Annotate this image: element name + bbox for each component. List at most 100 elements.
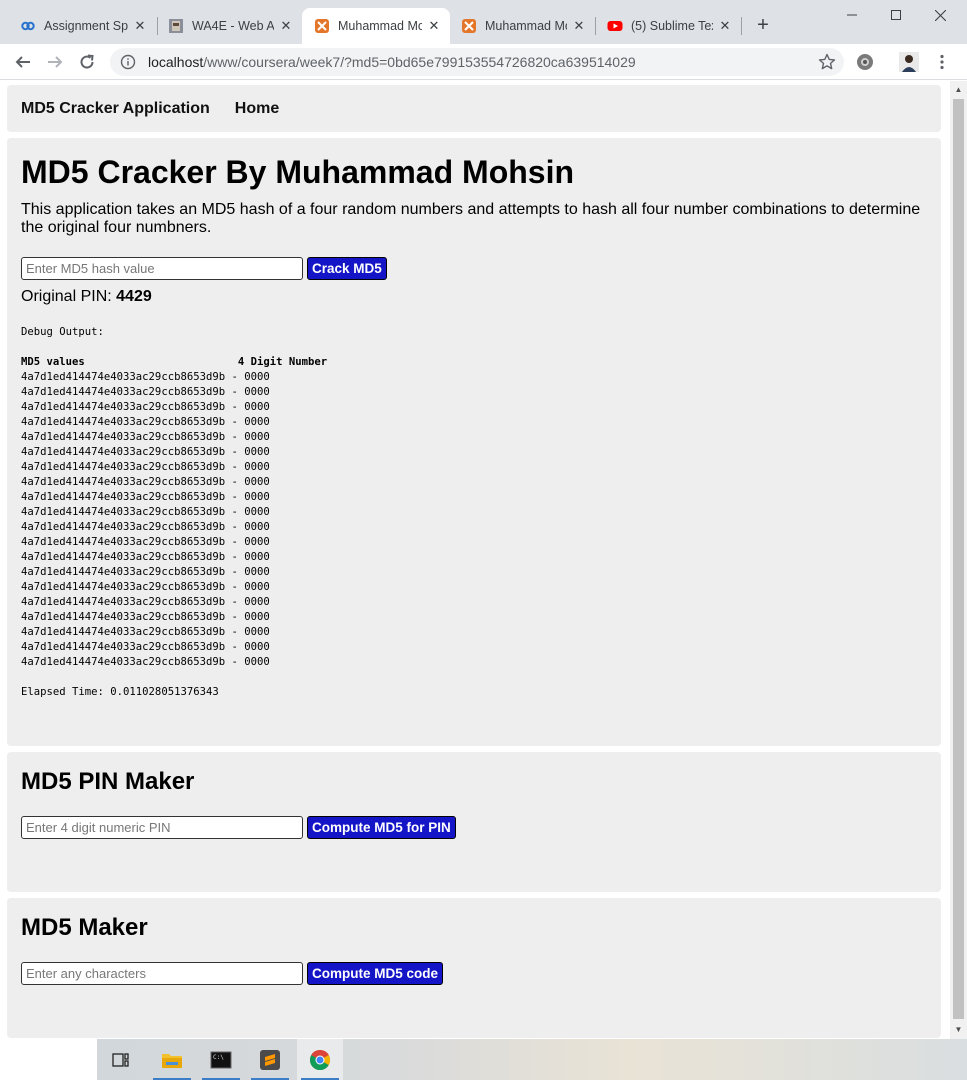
coursera-icon: [20, 18, 36, 34]
debug-row: 4a7d1ed414474e4033ac29ccb8653d9b - 0000: [21, 431, 270, 443]
debug-row: 4a7d1ed414474e4033ac29ccb8653d9b - 0000: [21, 506, 270, 518]
pin-maker-title: MD5 PIN Maker: [21, 768, 195, 795]
debug-row: 4a7d1ed414474e4033ac29ccb8653d9b - 0000: [21, 461, 270, 473]
navbar: MD5 Cracker Application Home: [7, 85, 941, 132]
cracker-section: MD5 Cracker By Muhammad Mohsin This appl…: [7, 138, 941, 746]
debug-output: Debug Output: MD5 values 4 Digit Number …: [21, 325, 927, 700]
close-icon: [935, 9, 946, 21]
address-bar[interactable]: localhost/www/coursera/week7/?md5=0bd65e…: [110, 48, 844, 76]
back-arrow-icon: [15, 56, 30, 68]
close-tab-icon[interactable]: ✕: [426, 18, 442, 34]
new-tab-button[interactable]: +: [752, 14, 774, 36]
bookmark-star-icon[interactable]: [818, 53, 836, 71]
taskbar-search-area[interactable]: [0, 1039, 97, 1080]
compute-md5-pin-button[interactable]: Compute MD5 for PIN: [307, 816, 456, 839]
debug-row: 4a7d1ed414474e4033ac29ccb8653d9b - 0000: [21, 596, 270, 608]
debug-row: 4a7d1ed414474e4033ac29ccb8653d9b - 0000: [21, 521, 270, 533]
scroll-down-icon[interactable]: ▼: [954, 1025, 963, 1034]
pin-maker-form: Compute MD5 for PIN: [21, 816, 927, 839]
browser-toolbar: localhost/www/coursera/week7/?md5=0bd65e…: [0, 44, 967, 80]
page-title: MD5 Cracker By Muhammad Mohsin: [21, 154, 575, 190]
chrome-button[interactable]: [297, 1039, 343, 1080]
debug-row: 4a7d1ed414474e4033ac29ccb8653d9b - 0000: [21, 611, 270, 623]
forward-button[interactable]: [43, 50, 67, 74]
tab-title: Muhammad Mo: [338, 19, 422, 33]
kebab-menu-icon: [940, 54, 944, 70]
scroll-up-icon[interactable]: ▲: [954, 85, 963, 94]
description: This application takes an MD5 hash of a …: [21, 201, 921, 236]
terminal-icon: C:\: [210, 1051, 232, 1068]
pin-input[interactable]: [21, 816, 303, 839]
forward-arrow-icon: [48, 56, 63, 68]
svg-text:C:\: C:\: [213, 1054, 224, 1061]
debug-row: 4a7d1ed414474e4033ac29ccb8653d9b - 0000: [21, 371, 270, 383]
xampp-icon: [461, 18, 477, 34]
vertical-scrollbar[interactable]: ▲ ▼: [950, 81, 967, 1039]
folder-icon: [162, 1053, 182, 1068]
close-tab-icon[interactable]: ✕: [278, 18, 294, 34]
tab-assignment[interactable]: Assignment Spe ✕: [8, 8, 156, 44]
compute-md5-code-button[interactable]: Compute MD5 code: [307, 962, 444, 985]
debug-row: 4a7d1ed414474e4033ac29ccb8653d9b - 0000: [21, 656, 270, 668]
md5-maker-form: Compute MD5 code: [21, 962, 927, 985]
menu-button[interactable]: [932, 52, 952, 72]
close-tab-icon[interactable]: ✕: [717, 18, 733, 34]
nav-brand[interactable]: MD5 Cracker Application: [21, 100, 210, 118]
page-viewport: MD5 Cracker Application Home MD5 Cracker…: [0, 81, 967, 1039]
characters-input[interactable]: [21, 962, 303, 985]
debug-row: 4a7d1ed414474e4033ac29ccb8653d9b - 0000: [21, 446, 270, 458]
sublime-text-button[interactable]: [247, 1039, 293, 1080]
url-host: localhost: [148, 54, 204, 70]
minimize-button[interactable]: [829, 0, 874, 30]
nav-home-link[interactable]: Home: [235, 100, 279, 118]
md5-hash-input[interactable]: [21, 257, 303, 280]
debug-row: 4a7d1ed414474e4033ac29ccb8653d9b - 0000: [21, 536, 270, 548]
reload-button[interactable]: [75, 50, 99, 74]
debug-row: 4a7d1ed414474e4033ac29ccb8653d9b - 0000: [21, 626, 270, 638]
debug-row: 4a7d1ed414474e4033ac29ccb8653d9b - 0000: [21, 566, 270, 578]
col-md5-header: MD5 values: [21, 356, 85, 368]
task-view-button[interactable]: [98, 1039, 144, 1080]
scrollbar-thumb[interactable]: [953, 99, 964, 1019]
reload-icon: [80, 54, 94, 69]
tab-separator: [741, 17, 742, 35]
tab-sublime-youtube[interactable]: (5) Sublime Tex ✕: [595, 8, 741, 44]
close-tab-icon[interactable]: ✕: [132, 18, 148, 34]
pin-value: 4429: [116, 288, 152, 305]
pin-label: Original PIN:: [21, 288, 117, 305]
md5-maker-title: MD5 Maker: [21, 914, 148, 941]
info-icon[interactable]: [120, 54, 136, 70]
tab-title: Muhammad Mo: [485, 19, 567, 33]
wa4e-icon: [168, 18, 184, 34]
xampp-icon: [314, 18, 330, 34]
terminal-button[interactable]: C:\: [198, 1039, 244, 1080]
crack-form: Crack MD5: [21, 257, 927, 280]
tab-title: Assignment Spe: [44, 19, 128, 33]
extension-icon[interactable]: [855, 52, 875, 72]
tab-title: WA4E - Web Ap: [192, 19, 274, 33]
minimize-icon: [846, 14, 857, 16]
youtube-icon: [607, 18, 623, 34]
col-digit-header: 4 Digit Number: [237, 356, 328, 368]
tab-muhammad-active[interactable]: Muhammad Mo ✕: [302, 8, 450, 44]
tab-wa4e[interactable]: WA4E - Web Ap ✕: [156, 8, 302, 44]
tab-muhammad[interactable]: Muhammad Mo ✕: [449, 8, 595, 44]
close-window-button[interactable]: [918, 0, 963, 30]
file-explorer-button[interactable]: [149, 1039, 195, 1080]
maximize-icon: [890, 10, 901, 20]
tab-strip: Assignment Spe ✕ WA4E - Web Ap ✕ Muhamma…: [0, 0, 967, 44]
debug-row: 4a7d1ed414474e4033ac29ccb8653d9b - 0000: [21, 491, 270, 503]
debug-label: Debug Output:: [21, 326, 104, 338]
maximize-button[interactable]: [873, 0, 918, 30]
avatar[interactable]: [899, 52, 919, 72]
crack-md5-button[interactable]: Crack MD5: [307, 257, 387, 280]
debug-row: 4a7d1ed414474e4033ac29ccb8653d9b - 0000: [21, 416, 270, 428]
taskbar: C:\: [0, 1039, 967, 1080]
debug-row: 4a7d1ed414474e4033ac29ccb8653d9b - 0000: [21, 401, 270, 413]
back-button[interactable]: [11, 50, 35, 74]
sublime-text-icon: [260, 1049, 280, 1070]
elapsed-time: Elapsed Time: 0.011028051376343: [21, 686, 219, 698]
close-tab-icon[interactable]: ✕: [571, 18, 587, 34]
debug-row: 4a7d1ed414474e4033ac29ccb8653d9b - 0000: [21, 476, 270, 488]
debug-row: 4a7d1ed414474e4033ac29ccb8653d9b - 0000: [21, 386, 270, 398]
